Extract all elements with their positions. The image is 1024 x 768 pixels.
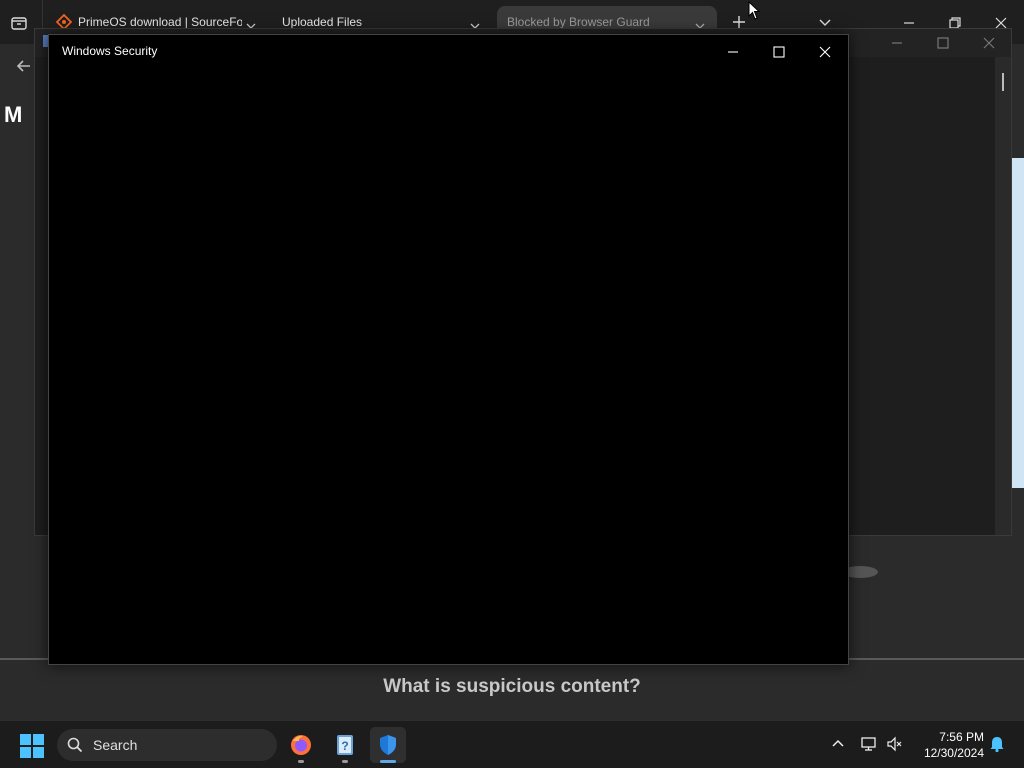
start-button[interactable]	[20, 734, 44, 758]
tab-close-icon[interactable]	[244, 15, 258, 33]
taskbar-app-help[interactable]: ?	[327, 727, 363, 763]
active-indicator	[380, 760, 396, 763]
minimize-icon	[728, 51, 738, 53]
taskbar-app-windows-security[interactable]	[370, 727, 406, 763]
tab-actions-icon[interactable]	[8, 12, 30, 34]
scrollbar-thumb[interactable]	[1002, 73, 1004, 91]
running-indicator	[298, 760, 304, 763]
malwarebytes-logo: M	[4, 102, 23, 127]
mouse-cursor-icon	[748, 1, 761, 20]
help-book-icon: ?	[337, 735, 353, 755]
windows-logo-icon	[20, 734, 44, 758]
taskbar: Search ? 7:56 PM 12/30/2024	[0, 720, 1024, 768]
show-hidden-icons-chevron-icon[interactable]	[829, 735, 847, 753]
tab-close-icon[interactable]	[468, 15, 482, 33]
search-label: Search	[93, 737, 138, 753]
background-maximize-button[interactable]	[933, 33, 953, 53]
volume-muted-icon[interactable]	[886, 735, 904, 753]
network-icon[interactable]	[860, 735, 878, 753]
shield-icon	[380, 735, 396, 755]
clock-time: 7:56 PM	[939, 730, 984, 744]
close-icon	[819, 46, 831, 58]
desktop: PrimeOS download | SourceForge.net Uploa…	[0, 0, 1024, 768]
maximize-icon	[773, 46, 785, 58]
taskbar-app-firefox[interactable]	[283, 727, 319, 763]
background-close-button[interactable]	[979, 33, 999, 53]
taskbar-search-box[interactable]: Search	[57, 729, 277, 761]
windows-security-dialog: Windows Security	[48, 34, 849, 665]
dialog-maximize-button[interactable]	[756, 39, 802, 65]
background-minimize-button[interactable]	[887, 33, 907, 53]
scrollbar[interactable]	[995, 57, 1011, 535]
dialog-titlebar[interactable]: Windows Security	[49, 35, 848, 67]
taskbar-clock[interactable]: 7:56 PM 12/30/2024	[914, 729, 984, 761]
dialog-title: Windows Security	[62, 44, 158, 58]
svg-text:?: ?	[341, 739, 348, 753]
notification-bell-icon[interactable]	[988, 735, 1006, 753]
running-indicator	[342, 760, 348, 763]
tab-close-icon[interactable]	[693, 15, 707, 33]
firefox-icon	[291, 735, 311, 755]
clock-date: 12/30/2024	[923, 746, 984, 760]
back-arrow-icon[interactable]	[12, 54, 36, 78]
dialog-minimize-button[interactable]	[710, 39, 756, 65]
faq-heading: What is suspicious content?	[383, 676, 641, 697]
dialog-close-button[interactable]	[802, 39, 848, 65]
search-icon	[67, 737, 83, 753]
